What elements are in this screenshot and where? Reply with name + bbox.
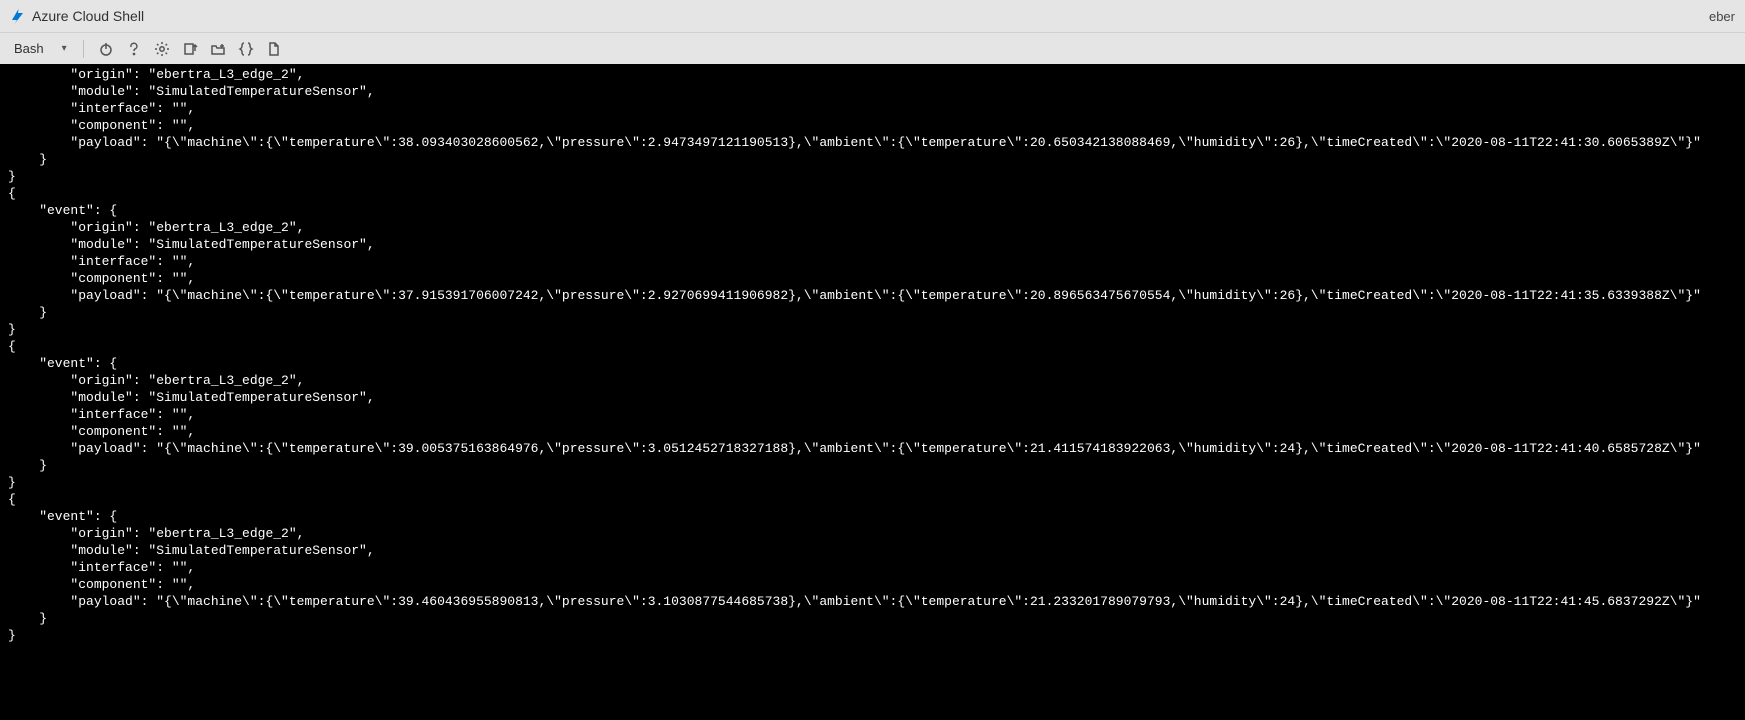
toolbar: Bash ▾ [0,32,1745,64]
shell-selector-label: Bash [14,41,44,56]
settings-icon[interactable] [150,37,174,61]
help-icon[interactable] [122,37,146,61]
upload-icon[interactable] [178,37,202,61]
power-icon[interactable] [94,37,118,61]
braces-icon[interactable] [234,37,258,61]
azure-logo-icon [8,7,26,25]
new-file-icon[interactable] [262,37,286,61]
title-bar: Azure Cloud Shell eber [0,0,1745,32]
terminal-output[interactable]: "origin": "ebertra_L3_edge_2", "module":… [0,64,1745,720]
app-title: Azure Cloud Shell [32,8,144,24]
user-label: eber [1709,9,1737,24]
toolbar-divider [83,40,84,58]
new-folder-icon[interactable] [206,37,230,61]
chevron-down-icon: ▾ [62,43,67,54]
shell-selector[interactable]: Bash ▾ [8,37,73,61]
